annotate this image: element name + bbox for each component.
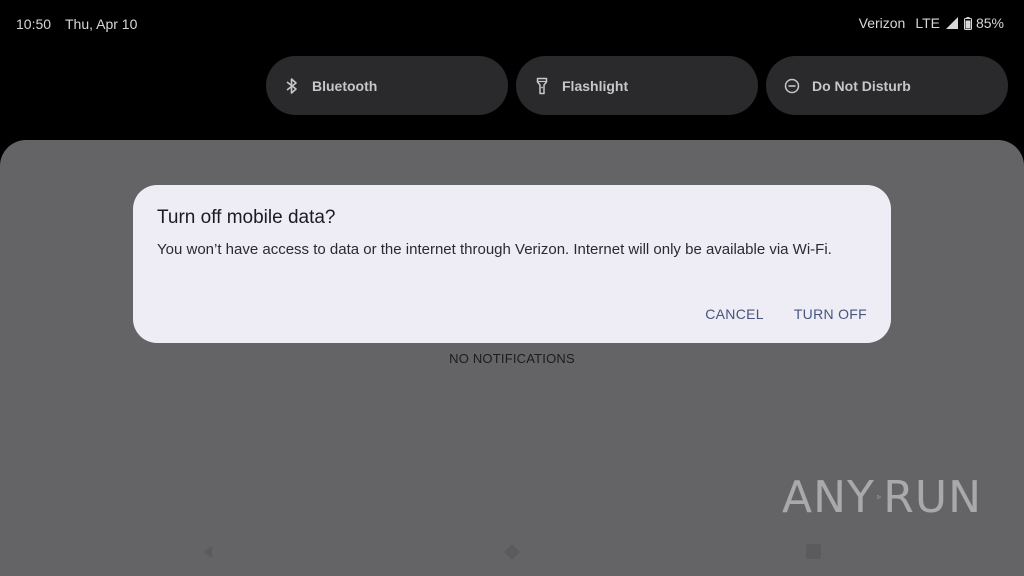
watermark-right-text: RUN	[883, 471, 982, 523]
bluetooth-icon	[283, 77, 301, 95]
dialog-actions: CANCEL TURN OFF	[705, 306, 867, 322]
nav-recents-icon[interactable]	[806, 544, 821, 559]
dialog-message: You won’t have access to data or the int…	[157, 241, 832, 258]
signal-icon	[945, 17, 958, 29]
status-indicators: Verizon LTE 85%	[859, 15, 1004, 31]
tile-bluetooth[interactable]: Bluetooth	[266, 56, 508, 115]
play-logo-icon	[877, 494, 882, 500]
dialog-title: Turn off mobile data?	[157, 207, 336, 228]
tile-label: Do Not Disturb	[812, 77, 911, 94]
android-screen: 10:50 Thu, Apr 10 Verizon LTE 85% Blueto…	[0, 0, 1024, 576]
tile-do-not-disturb[interactable]: Do Not Disturb	[766, 56, 1008, 115]
cancel-button[interactable]: CANCEL	[705, 306, 764, 322]
turn-off-button[interactable]: TURN OFF	[794, 306, 867, 322]
status-bar: 10:50 Thu, Apr 10 Verizon LTE 85%	[0, 0, 1024, 48]
status-time: 10:50	[16, 16, 52, 32]
status-date: Thu, Apr 10	[65, 16, 138, 32]
flashlight-icon	[533, 77, 551, 95]
network-type: LTE	[915, 15, 940, 31]
watermark: ANY RUN	[782, 465, 982, 529]
nav-back-icon[interactable]	[200, 544, 216, 560]
carrier-name: Verizon	[858, 15, 906, 31]
no-notifications-label: NO NOTIFICATIONS	[449, 351, 575, 366]
tile-flashlight[interactable]: Flashlight	[516, 56, 758, 115]
tile-label: Bluetooth	[312, 77, 378, 94]
mobile-data-dialog: Turn off mobile data? You won’t have acc…	[133, 185, 891, 343]
battery-icon	[963, 16, 972, 30]
watermark-left-text: ANY	[782, 471, 875, 523]
tile-label: Flashlight	[562, 77, 629, 94]
battery-percent: 85%	[975, 15, 1004, 31]
nav-home-icon[interactable]	[503, 543, 521, 561]
do-not-disturb-icon	[783, 77, 801, 95]
